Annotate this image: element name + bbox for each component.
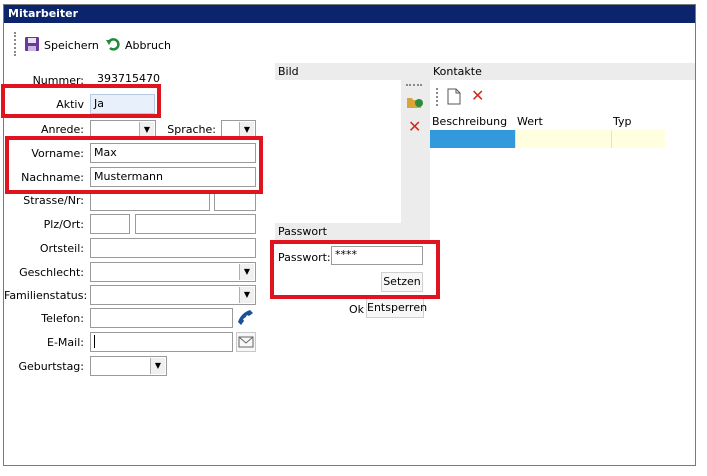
contact-cell-typ[interactable] bbox=[611, 130, 665, 148]
column-header-beschreibung[interactable]: Beschreibung bbox=[430, 113, 515, 130]
geburtstag-label: Geburtstag: bbox=[18, 360, 84, 373]
chevron-down-icon: ▼ bbox=[239, 264, 254, 280]
unlock-button[interactable]: Entsperren bbox=[366, 298, 427, 318]
delete-image-icon[interactable]: ✕ bbox=[408, 119, 421, 135]
geburtstag-picker[interactable]: ▼ bbox=[90, 356, 167, 376]
strasse-field[interactable] bbox=[90, 191, 210, 211]
load-image-icon[interactable] bbox=[406, 94, 424, 113]
undo-arrow-icon bbox=[105, 36, 121, 55]
floppy-disk-icon bbox=[24, 36, 40, 55]
bild-header: Bild bbox=[275, 63, 430, 80]
geschlecht-label: Geschlecht: bbox=[19, 266, 84, 279]
employee-window: Mitarbeiter Speichern Abbruch Nummer: 39… bbox=[3, 4, 696, 466]
strasse-label: Strasse/Nr: bbox=[23, 194, 84, 207]
anrede-label: Anrede: bbox=[40, 123, 84, 136]
ort-field[interactable] bbox=[135, 214, 256, 234]
highlight-box-aktiv bbox=[1, 84, 161, 118]
bild-toolbar: ✕ bbox=[401, 80, 430, 225]
text-cursor bbox=[94, 335, 95, 348]
toolbar-grip[interactable] bbox=[14, 32, 16, 56]
column-header-typ[interactable]: Typ bbox=[611, 113, 665, 130]
familienstatus-label: Familienstatus: bbox=[4, 289, 88, 302]
telefon-label: Telefon: bbox=[41, 312, 84, 325]
plz-label: Plz/Ort: bbox=[43, 218, 84, 231]
window-title: Mitarbeiter bbox=[4, 5, 695, 23]
geschlecht-select[interactable]: ▼ bbox=[90, 262, 256, 282]
sprache-label: Sprache: bbox=[167, 123, 216, 136]
toolbar-grip bbox=[436, 88, 438, 106]
contact-cell-wert[interactable] bbox=[515, 130, 611, 148]
cancel-button[interactable]: Abbruch bbox=[105, 36, 171, 55]
familienstatus-select[interactable]: ▼ bbox=[90, 285, 256, 305]
phone-icon[interactable] bbox=[236, 308, 256, 328]
ortsteil-field[interactable] bbox=[90, 238, 256, 258]
delete-contact-icon[interactable]: ✕ bbox=[471, 88, 484, 104]
save-label: Speichern bbox=[44, 39, 99, 52]
chevron-down-icon: ▼ bbox=[150, 358, 165, 374]
kontakte-header: Kontakte bbox=[430, 63, 695, 80]
email-label: E-Mail: bbox=[47, 336, 84, 349]
cancel-label: Abbruch bbox=[125, 39, 172, 52]
hausnummer-field[interactable] bbox=[214, 191, 256, 211]
new-contact-icon[interactable] bbox=[447, 88, 461, 108]
email-field[interactable] bbox=[90, 332, 233, 352]
toolbar-grip bbox=[406, 84, 422, 86]
ortsteil-label: Ortsteil: bbox=[39, 242, 84, 255]
highlight-box-name bbox=[5, 136, 263, 194]
envelope-icon[interactable] bbox=[236, 332, 256, 352]
password-status: Ok bbox=[349, 303, 365, 316]
contact-cell-beschreibung[interactable] bbox=[430, 130, 515, 148]
highlight-box-passwort bbox=[270, 240, 440, 299]
telefon-field[interactable] bbox=[90, 308, 233, 328]
toolbar: Speichern Abbruch bbox=[4, 23, 695, 65]
plz-field[interactable] bbox=[90, 214, 130, 234]
bild-image-area[interactable] bbox=[275, 80, 401, 225]
column-header-wert[interactable]: Wert bbox=[515, 113, 611, 130]
save-button[interactable]: Speichern bbox=[24, 36, 99, 55]
chevron-down-icon: ▼ bbox=[239, 287, 254, 303]
passwort-header: Passwort bbox=[275, 223, 430, 240]
